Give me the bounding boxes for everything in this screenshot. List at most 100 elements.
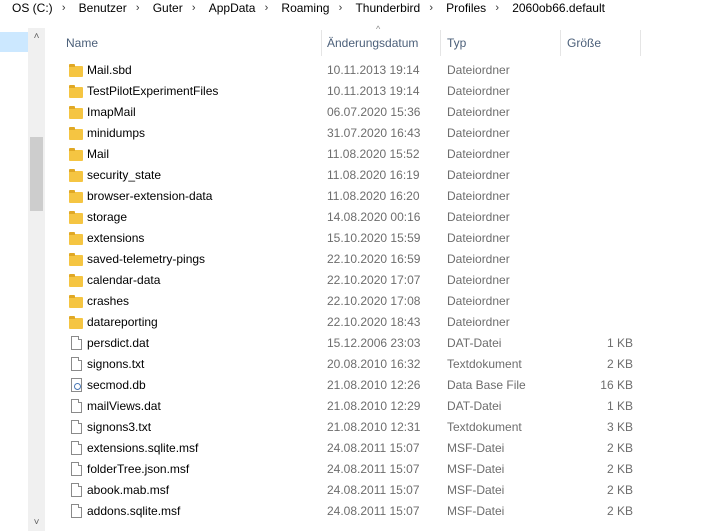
file-date: 15.12.2006 23:03 [327, 336, 421, 350]
file-list-item[interactable]: TestPilotExperimentFiles 10.11.2013 19:14… [45, 81, 724, 102]
navigation-pane[interactable] [0, 16, 28, 531]
file-icon [71, 357, 82, 371]
file-date: 20.08.2010 16:32 [327, 357, 421, 371]
file-list-item[interactable]: calendar-data 22.10.2020 17:07 Dateiordner [45, 270, 724, 291]
file-type: Textdokument [447, 357, 522, 371]
column-header-date[interactable]: Änderungsdatum [327, 28, 418, 58]
file-size: 3 KB [606, 420, 633, 434]
breadcrumb-separator-icon[interactable]: › [127, 2, 149, 14]
folder-icon [69, 127, 83, 140]
file-size: 16 KB [600, 378, 633, 392]
file-type: Dateiordner [447, 294, 510, 308]
breadcrumb-item[interactable]: Profiles [442, 1, 486, 15]
breadcrumb-item[interactable]: Thunderbird [351, 1, 420, 15]
breadcrumb-item[interactable]: Roaming [277, 1, 329, 15]
column-divider[interactable] [560, 30, 561, 56]
file-list-item[interactable]: security_state 11.08.2020 16:19 Dateiordne… [45, 165, 724, 186]
file-list-item[interactable]: secmod.db 21.08.2010 12:26 Data Base File 1… [45, 375, 724, 396]
navigation-pane-selected-item[interactable] [0, 32, 28, 52]
file-type: Dateiordner [447, 105, 510, 119]
file-name: crashes [87, 294, 130, 308]
file-date: 31.07.2020 16:43 [327, 126, 421, 140]
file-name: security_state [87, 168, 162, 182]
folder-icon [69, 316, 83, 329]
file-type: Dateiordner [447, 273, 510, 287]
file-name: abook.mab.msf [87, 483, 170, 497]
file-size: 1 KB [606, 399, 633, 413]
breadcrumb-separator-icon[interactable]: › [486, 2, 508, 14]
file-list: Mail.sbd 10.11.2013 19:14 Dateiordner TestP… [45, 60, 724, 522]
breadcrumb-item[interactable]: Benutzer [75, 1, 127, 15]
folder-icon [69, 211, 83, 224]
file-list-item[interactable]: ImapMail 06.07.2020 15:36 Dateiordner [45, 102, 724, 123]
file-icon [71, 483, 82, 497]
file-name: extensions.sqlite.msf [87, 441, 199, 455]
file-date: 10.11.2013 19:14 [327, 63, 420, 77]
scroll-down-arrow-icon[interactable]: ˅ [28, 514, 45, 531]
file-date: 24.08.2011 15:07 [327, 441, 420, 455]
file-date: 24.08.2011 15:07 [327, 483, 420, 497]
file-name: datareporting [87, 315, 158, 329]
file-date: 10.11.2013 19:14 [327, 84, 420, 98]
file-list-item[interactable]: browser-extension-data 11.08.2020 16:20 Da… [45, 186, 724, 207]
file-size: 2 KB [606, 504, 633, 518]
column-header-name[interactable]: Name [66, 28, 98, 58]
folder-icon [69, 190, 83, 203]
breadcrumb-separator-icon[interactable]: › [183, 2, 205, 14]
file-type: MSF-Datei [447, 504, 505, 518]
file-name: folderTree.json.msf [87, 462, 190, 476]
column-divider[interactable] [321, 30, 322, 56]
file-list-item[interactable]: folderTree.json.msf 24.08.2011 15:07 MSF-D… [45, 459, 724, 480]
file-list-item[interactable]: persdict.dat 15.12.2006 23:03 DAT-Datei 1 K… [45, 333, 724, 354]
column-header-type[interactable]: Typ [447, 28, 466, 58]
file-list-item[interactable]: extensions.sqlite.msf 24.08.2011 15:07 MSF… [45, 438, 724, 459]
file-list-item[interactable]: mailViews.dat 21.08.2010 12:29 DAT-Datei 1 … [45, 396, 724, 417]
column-divider[interactable] [440, 30, 441, 56]
database-file-icon [71, 378, 82, 392]
file-name: browser-extension-data [87, 189, 213, 203]
breadcrumb-separator-icon[interactable]: › [255, 2, 277, 14]
breadcrumb-item[interactable]: 2060ob66.default [508, 1, 605, 15]
column-header-size[interactable]: Größe [567, 28, 601, 58]
breadcrumb-separator-icon[interactable]: › [329, 2, 351, 14]
file-list-item[interactable]: signons.txt 20.08.2010 16:32 Textdokument 2… [45, 354, 724, 375]
column-divider[interactable] [640, 30, 641, 56]
file-date: 21.08.2010 12:29 [327, 399, 421, 413]
folder-icon [69, 85, 83, 98]
file-list-item[interactable]: saved-telemetry-pings 22.10.2020 16:59 Dat… [45, 249, 724, 270]
file-list-item[interactable]: abook.mab.msf 24.08.2011 15:07 MSF-Datei 2 … [45, 480, 724, 501]
file-list-item[interactable]: extensions 15.10.2020 15:59 Dateiordner [45, 228, 724, 249]
file-list-item[interactable]: Mail 11.08.2020 15:52 Dateiordner [45, 144, 724, 165]
file-name: mailViews.dat [87, 399, 161, 413]
file-list-item[interactable]: addons.sqlite.msf 24.08.2011 15:07 MSF-Dat… [45, 501, 724, 522]
file-list-item[interactable]: Mail.sbd 10.11.2013 19:14 Dateiordner [45, 60, 724, 81]
file-type: MSF-Datei [447, 462, 505, 476]
file-list-item[interactable]: minidumps 31.07.2020 16:43 Dateiordner [45, 123, 724, 144]
file-name: secmod.db [87, 378, 146, 392]
breadcrumb-item[interactable]: OS (C:) [0, 1, 53, 15]
scroll-up-arrow-icon[interactable]: ˄ [28, 28, 45, 45]
file-name: Mail.sbd [87, 63, 132, 77]
breadcrumb-separator-icon[interactable]: › [420, 2, 442, 14]
scrollbar-thumb[interactable] [30, 137, 43, 211]
file-size: 2 KB [606, 483, 633, 497]
file-date: 21.08.2010 12:31 [327, 420, 421, 434]
file-type: Dateiordner [447, 189, 510, 203]
file-type: Dateiordner [447, 84, 510, 98]
vertical-scrollbar[interactable]: ˄ ˅ [28, 28, 45, 531]
breadcrumb-item[interactable]: AppData [205, 1, 256, 15]
breadcrumb-item[interactable]: Guter [149, 1, 183, 15]
file-type: Dateiordner [447, 252, 510, 266]
breadcrumb-separator-icon[interactable]: › [53, 2, 75, 14]
file-list-item[interactable]: storage 14.08.2020 00:16 Dateiordner [45, 207, 724, 228]
file-date: 14.08.2020 00:16 [327, 210, 421, 224]
file-name: addons.sqlite.msf [87, 504, 181, 518]
file-list-item[interactable]: signons3.txt 21.08.2010 12:31 Textdokument… [45, 417, 724, 438]
file-date: 11.08.2020 16:20 [327, 189, 420, 203]
file-icon [71, 399, 82, 413]
file-name: minidumps [87, 126, 146, 140]
file-date: 22.10.2020 16:59 [327, 252, 421, 266]
file-icon [71, 420, 82, 434]
file-list-item[interactable]: datareporting 22.10.2020 18:43 Dateiordner [45, 312, 724, 333]
file-list-item[interactable]: crashes 22.10.2020 17:08 Dateiordner [45, 291, 724, 312]
